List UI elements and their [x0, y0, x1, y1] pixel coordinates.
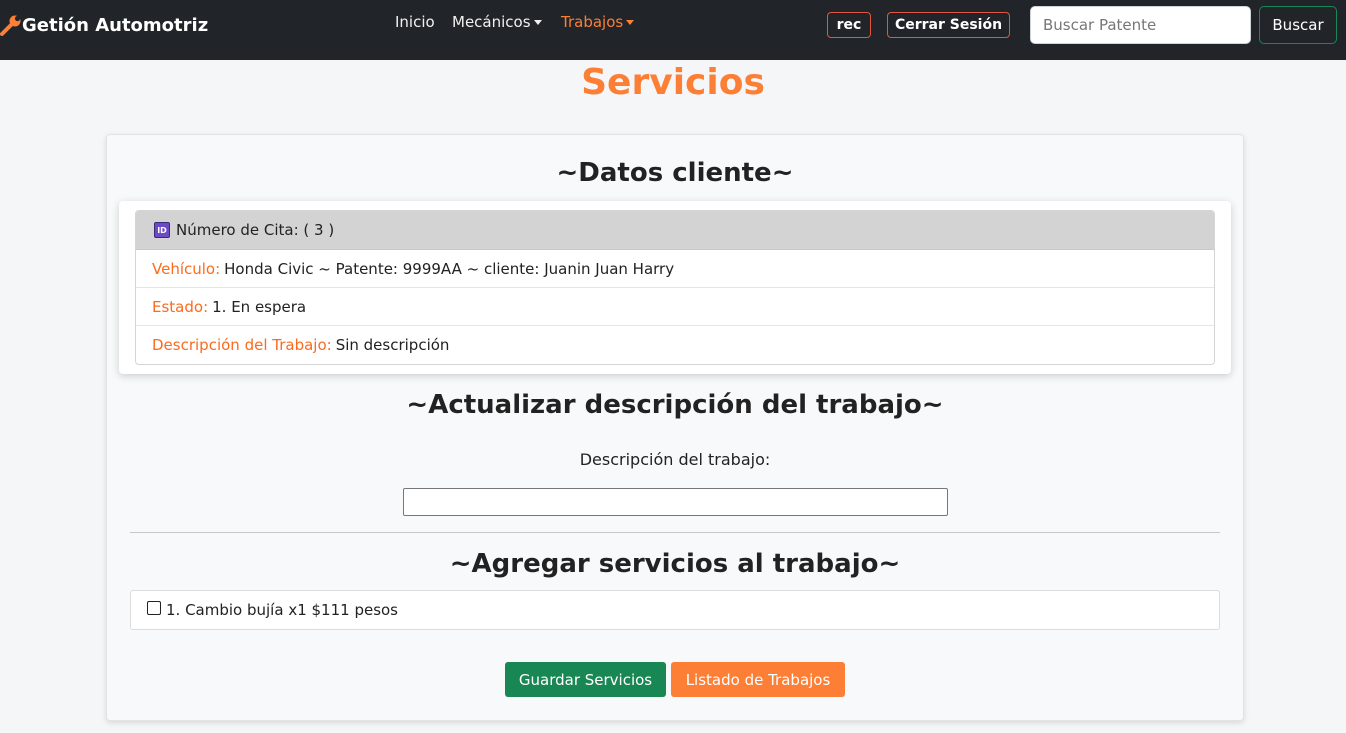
client-details-list: ID Número de Cita: ( 3 ) Vehículo: Honda…: [135, 210, 1215, 365]
vehicle-value: Honda Civic ~ Patente: 9999AA ~ cliente:…: [224, 259, 675, 278]
update-section-title: ~Actualizar descripción del trabajo~: [406, 390, 944, 420]
wrench-icon: [0, 14, 22, 36]
description-field-label: Descripción del trabajo:: [579, 450, 771, 469]
list-item-status: Estado: 1. En espera: [136, 288, 1214, 326]
user-button[interactable]: rec: [827, 12, 871, 38]
id-icon: ID: [154, 222, 170, 238]
search-button[interactable]: Buscar: [1259, 6, 1337, 44]
status-label: Estado:: [152, 297, 209, 316]
status-value: 1. En espera: [212, 297, 307, 316]
client-section-title: ~Datos cliente~: [556, 158, 794, 188]
description-value: Sin descripción: [335, 336, 450, 354]
service-checkbox[interactable]: [147, 601, 161, 615]
description-label: Descripción del Trabajo:: [152, 336, 332, 354]
divider: [130, 532, 1220, 533]
list-item-description: Descripción del Trabajo: Sin descripción: [136, 326, 1214, 364]
top-navbar: Getión Automotriz Inicio Mecánicos Traba…: [0, 0, 1346, 60]
services-section-title: ~Agregar servicios al trabajo~: [449, 549, 901, 579]
chevron-down-icon: [533, 20, 542, 25]
brand-title: Getión Automotriz: [22, 14, 209, 36]
list-item-vehicle: Vehículo: Honda Civic ~ Patente: 9999AA …: [136, 250, 1214, 288]
page-title: Servicios: [581, 62, 765, 103]
appointment-header: ID Número de Cita: ( 3 ): [136, 211, 1214, 250]
nav-trabajos-label: Trabajos: [561, 13, 624, 31]
nav-mecanicos[interactable]: Mecánicos: [452, 13, 542, 31]
nav-trabajos[interactable]: Trabajos: [561, 13, 635, 31]
logout-button[interactable]: Cerrar Sesión: [887, 12, 1010, 38]
description-input[interactable]: [403, 488, 948, 516]
brand[interactable]: Getión Automotriz: [0, 12, 208, 38]
save-services-button[interactable]: Guardar Servicios: [505, 662, 666, 697]
nav-inicio[interactable]: Inicio: [395, 13, 435, 31]
service-label: 1. Cambio bujía x1 $111 pesos: [166, 601, 399, 619]
list-item-service: 1. Cambio bujía x1 $111 pesos: [130, 590, 1220, 630]
chevron-down-icon: [626, 20, 635, 25]
vehicle-label: Vehículo:: [152, 259, 221, 278]
appointment-number: Número de Cita: ( 3 ): [176, 221, 335, 239]
jobs-list-button[interactable]: Listado de Trabajos: [671, 662, 845, 697]
search-input[interactable]: Buscar Patente: [1030, 6, 1251, 44]
nav-mecanicos-label: Mecánicos: [452, 13, 531, 31]
